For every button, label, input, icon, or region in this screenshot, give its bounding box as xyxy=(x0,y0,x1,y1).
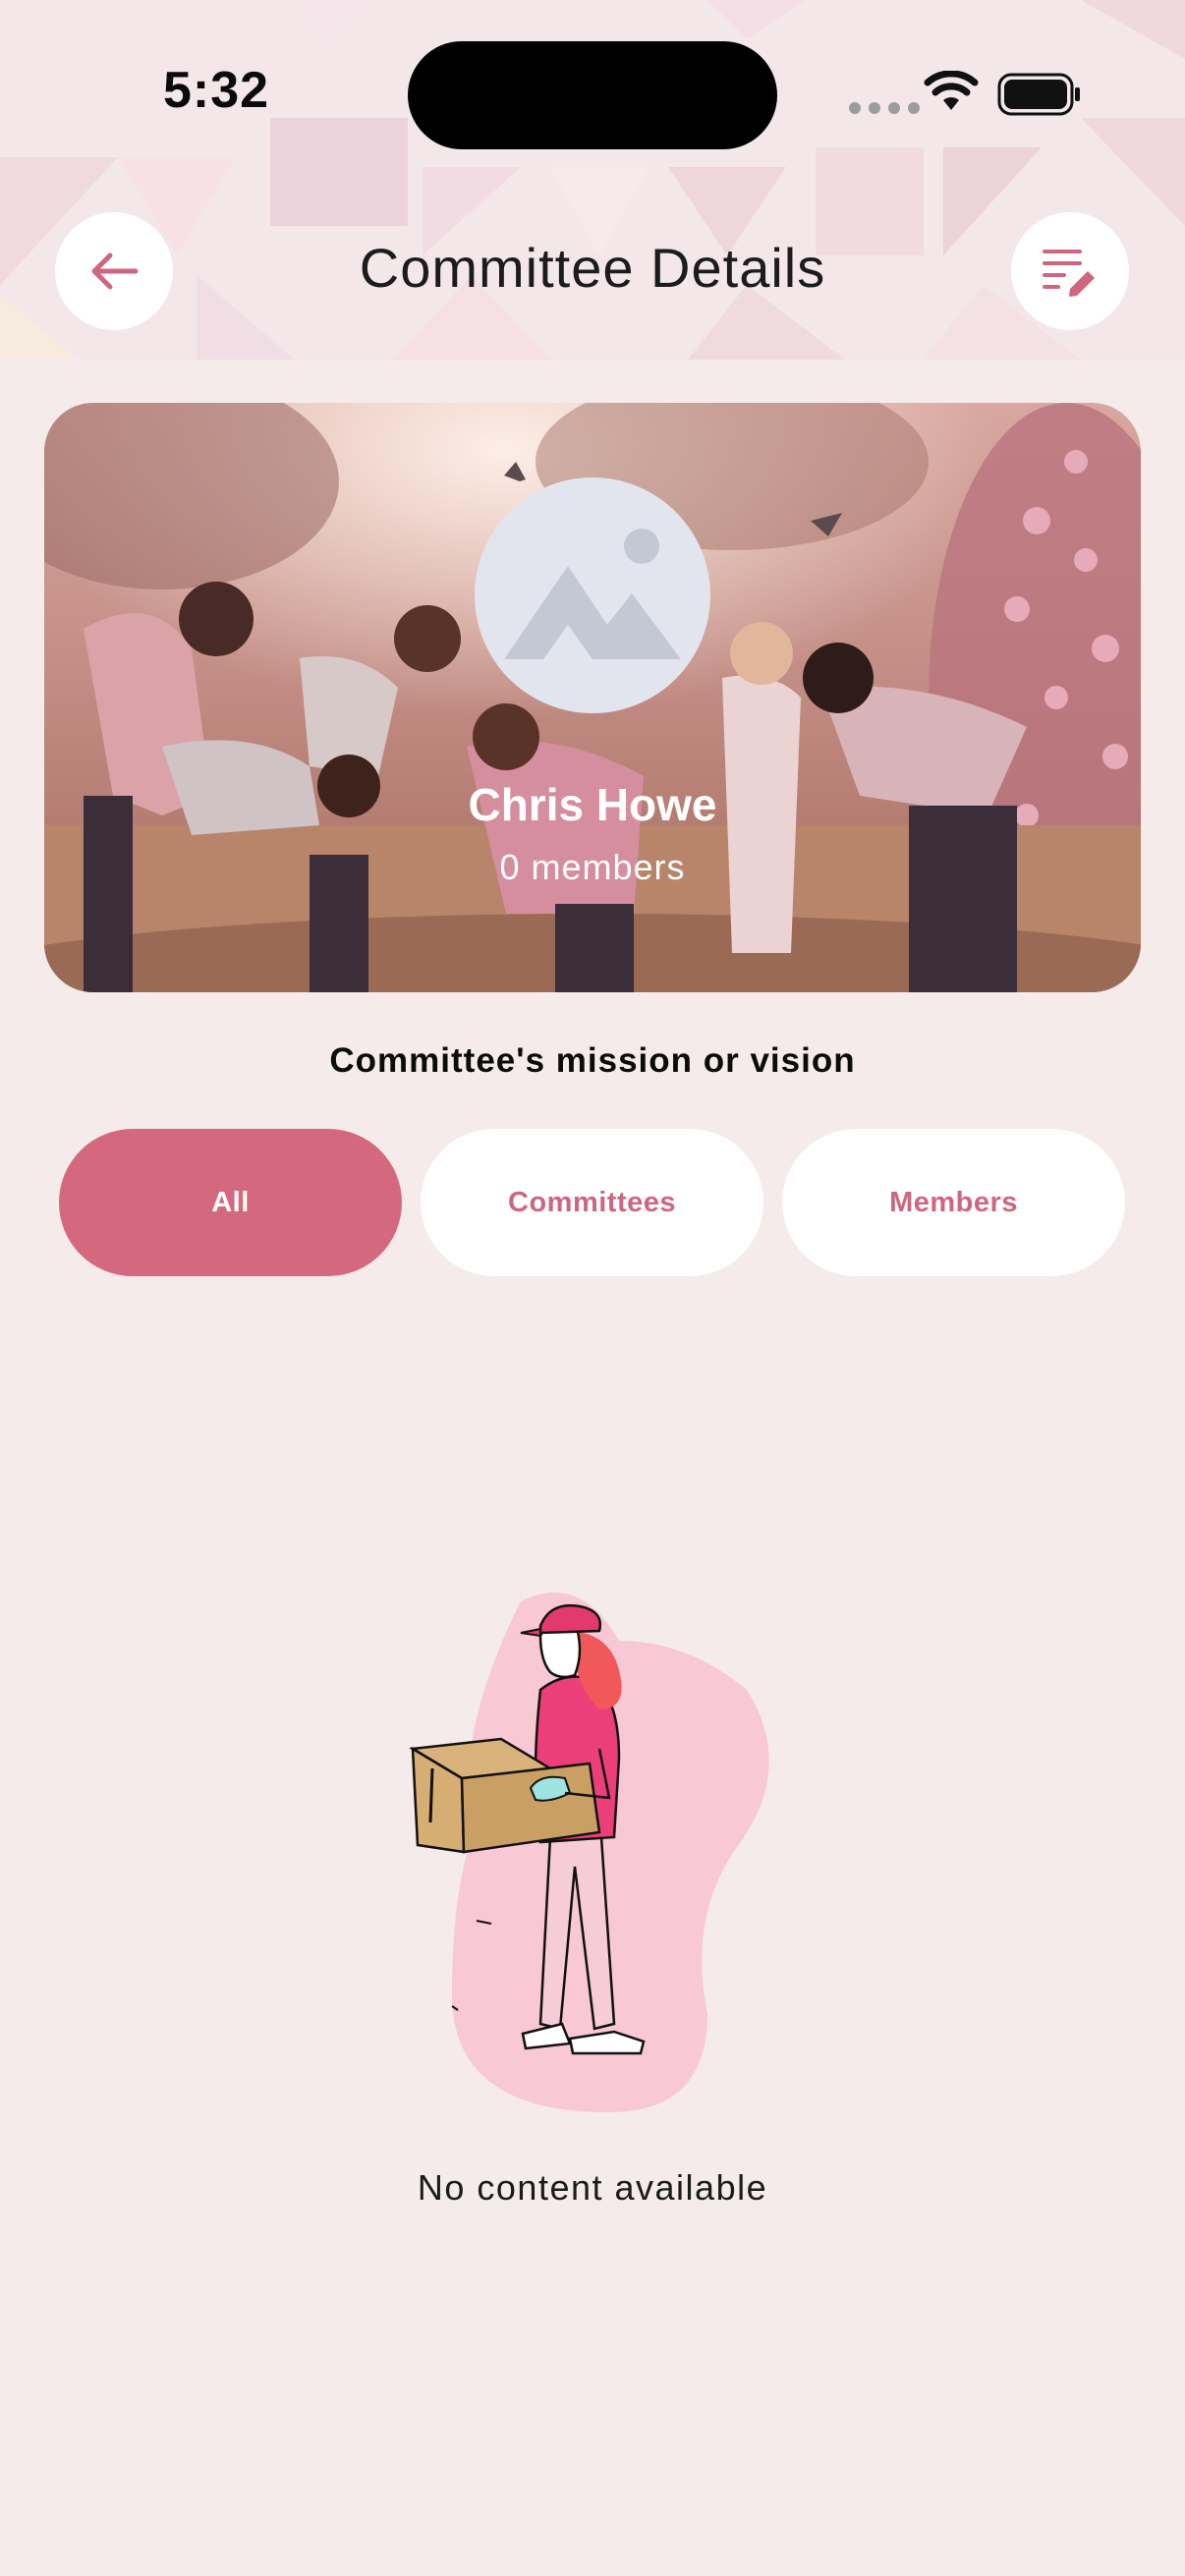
tab-committees[interactable]: Committees xyxy=(421,1129,763,1276)
edit-button[interactable] xyxy=(1011,212,1129,330)
tab-all[interactable]: All xyxy=(59,1129,402,1276)
committee-name: Chris Howe xyxy=(468,779,717,830)
person-holding-box-illustration xyxy=(409,1593,769,2112)
member-count: 0 members xyxy=(499,847,686,887)
list-edit-icon xyxy=(1043,250,1095,297)
tab-members[interactable]: Members xyxy=(782,1129,1125,1276)
committee-avatar[interactable] xyxy=(475,477,710,713)
mission-label: Committee's mission or vision xyxy=(329,1041,856,1080)
cellular-signal-icon xyxy=(849,102,920,114)
wifi-icon xyxy=(924,71,979,110)
status-time: 5:32 xyxy=(163,62,270,119)
page-title: Committee Details xyxy=(359,237,826,299)
committee-hero-card: Chris Howe 0 members xyxy=(44,403,1141,992)
battery-icon xyxy=(997,73,1080,116)
image-placeholder-icon xyxy=(504,529,681,659)
dynamic-island xyxy=(408,41,777,149)
empty-state-message: No content available xyxy=(417,2167,768,2208)
